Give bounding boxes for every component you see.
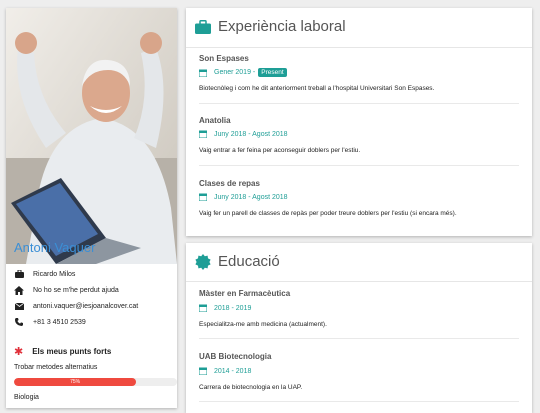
- present-badge: Present: [258, 68, 287, 77]
- job-date: Gener 2019 - Present: [199, 68, 287, 77]
- job-description: Biotecnòleg i com he dit anteriorment tr…: [199, 85, 435, 92]
- skill-label: Trobar metodes alternatius: [14, 364, 98, 371]
- calendar-icon: [199, 367, 207, 375]
- certificate-icon: [194, 253, 211, 270]
- contact-work-text: Ricardo Milos: [33, 270, 76, 278]
- separator: [199, 165, 519, 166]
- education-heading: Educació: [194, 253, 280, 270]
- experience-title: Experiència laboral: [218, 18, 346, 35]
- degree-description: Carrera de biotecnologia en la UAP.: [199, 384, 303, 391]
- degree-title: Màster en Farmacèutica: [199, 289, 291, 298]
- degree-date: 2014 - 2018: [199, 367, 251, 375]
- separator: [199, 338, 519, 339]
- profile-card: Antoni Vaquer Ricardo Milos No ho se m'h…: [6, 8, 177, 408]
- calendar-icon: [199, 130, 207, 138]
- experience-heading: Experiència laboral: [194, 18, 346, 35]
- contact-phone[interactable]: +81 3 4510 2539: [14, 317, 86, 327]
- job-description: Vaig entrar a fer feina per aconseguir d…: [199, 147, 361, 154]
- contact-work: Ricardo Milos: [14, 269, 75, 279]
- contact-email-text: antoni.vaquer@iesjoanalcover.cat: [33, 302, 139, 310]
- degree-title: UAB Biotecnologia: [199, 352, 272, 361]
- divider: [186, 281, 532, 282]
- profile-name: Antoni Vaquer: [14, 240, 96, 255]
- briefcase-icon: [14, 269, 24, 279]
- degree-date-text: 2014 - 2018: [214, 367, 252, 375]
- briefcase-icon: [194, 18, 211, 35]
- contact-email[interactable]: antoni.vaquer@iesjoanalcover.cat: [14, 301, 138, 311]
- skills-heading: ✱ Els meus punts forts: [14, 345, 111, 358]
- job-description: Vaig fer un parell de classes de repàs p…: [199, 210, 457, 217]
- job-date: Juny 2018 - Agost 2018: [199, 130, 288, 138]
- calendar-icon: [199, 193, 207, 201]
- home-icon: [14, 285, 24, 295]
- envelope-icon: [14, 301, 24, 311]
- phone-icon: [14, 317, 24, 327]
- skills-heading-text: Els meus punts forts: [32, 347, 112, 356]
- contact-phone-text: +81 3 4510 2539: [33, 318, 86, 326]
- skill-label: Biologia: [14, 394, 39, 401]
- calendar-icon: [199, 304, 207, 312]
- education-card: Educació Màster en Farmacèutica 2018 - 2…: [186, 243, 532, 413]
- job-date: Juny 2018 - Agost 2018: [199, 193, 288, 201]
- separator: [199, 401, 519, 402]
- divider: [186, 47, 532, 48]
- skill-progress-bar: 75%: [14, 378, 177, 386]
- experience-card: Experiència laboral Son Espases Gener 20…: [186, 8, 532, 236]
- job-title: Clases de repas: [199, 179, 260, 188]
- contact-address-text: No ho se m'he perdut ajuda: [33, 286, 119, 294]
- skill-progress-fill: 75%: [14, 378, 137, 386]
- degree-date: 2018 - 2019: [199, 304, 251, 312]
- job-date-text: Gener 2019 -: [214, 69, 256, 76]
- calendar-icon: [199, 69, 207, 77]
- contact-address: No ho se m'he perdut ajuda: [14, 285, 119, 295]
- job-date-text: Juny 2018 - Agost 2018: [214, 193, 288, 201]
- education-title: Educació: [218, 253, 280, 270]
- job-title: Anatolia: [199, 116, 231, 125]
- job-date-text: Juny 2018 - Agost 2018: [214, 130, 288, 138]
- asterisk-icon: ✱: [14, 346, 24, 358]
- separator: [199, 103, 519, 104]
- degree-description: Especialitza-me amb medicina (actualment…: [199, 321, 327, 328]
- profile-photo: [6, 8, 177, 264]
- degree-date-text: 2018 - 2019: [214, 304, 252, 312]
- job-title: Son Espases: [199, 54, 249, 63]
